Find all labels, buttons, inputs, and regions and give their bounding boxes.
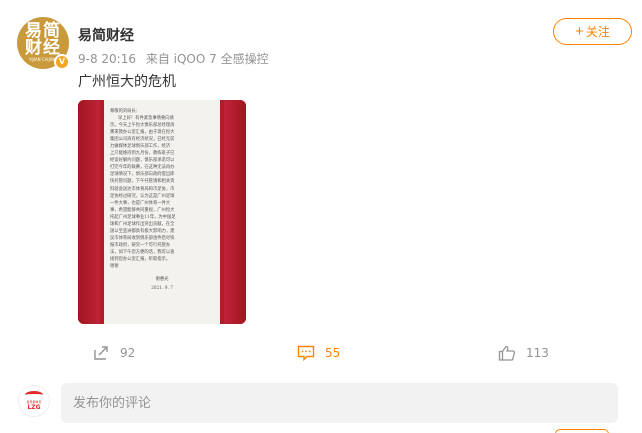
letter-line: 接到您办公室汇报，听取指示。: [110, 256, 171, 262]
verified-badge-icon: V: [54, 54, 70, 70]
share-count: 92: [120, 346, 136, 360]
post-time[interactable]: 9-8 20:16: [78, 52, 136, 66]
letter-line: 上只能维持到九月份，教练班子已: [110, 151, 175, 157]
follow-button[interactable]: + 关注: [553, 18, 632, 45]
letter-line: 早上好！有件紧急事情要向请: [118, 116, 174, 122]
letter-line: 议市体育局收到俱乐部函件后尽快: [110, 235, 175, 241]
letter-line: 托起广州足球事业11年，为中国足: [110, 214, 176, 220]
logo-swoosh: [25, 391, 43, 399]
letter-line: 尊敬的刘局长：: [110, 109, 141, 114]
comment-button[interactable]: 55: [297, 345, 340, 361]
letter-line: 足协经过研究，认为这是广州足球: [110, 193, 175, 199]
thumbs-up-icon: [498, 345, 516, 361]
like-count: 113: [526, 346, 549, 360]
letter-line: 料就会送达市体育局和市足协，市: [110, 186, 175, 192]
image-border-right: [224, 100, 246, 324]
letter-line: 力做媒体足球俱乐部工作，经济: [110, 144, 171, 150]
letter-line: 法，如下午您方便的话，我可以直: [110, 249, 175, 255]
image-border-left: [78, 100, 100, 324]
comment-count: 55: [325, 346, 341, 360]
letter-line: 集团公司再有经济状况，已经无前: [110, 137, 175, 143]
post-source: 来自 iQOO 7 全感操控: [145, 52, 269, 66]
share-icon: [94, 346, 108, 360]
post-meta: 9-8 20:16 来自 iQOO 7 全感操控: [78, 50, 275, 67]
letter-line: 国以至亚洲都具有极大影响力，建: [110, 228, 175, 234]
post-text: 广州恒大的危机: [78, 74, 176, 90]
letter-line: 打完今年的联赛，在这种无法再办: [110, 165, 175, 171]
letter-lines: 尊敬的刘局长： 早上好！有件紧急事情要向请 示。今天上午恒大俱乐部总经理再 熏来我办公…: [110, 108, 214, 270]
comment-icon: [297, 345, 315, 361]
post-image[interactable]: 尊敬的刘局长： 早上好！有件紧急事情要向请 示。今天上午恒大俱乐部总经理再 熏来我办公…: [78, 100, 246, 324]
avatar-text-line3: YIJIAN CAIJING: [28, 57, 58, 62]
letter-paper: 尊敬的刘局长： 早上好！有件紧急事情要向请 示。今天上午恒大俱乐部总经理再 熏来我办公…: [104, 100, 220, 324]
commenter-avatar-label: LZG: [27, 404, 41, 411]
letter-line: 事，希望能够共同重视，广州恒大: [110, 207, 175, 213]
letter-line: 足球情况下，俱乐部向政府提出即: [110, 172, 175, 178]
letter-line: 谢谢: [110, 264, 119, 270]
partial-button-below: [555, 429, 609, 433]
letter-line: 示。今天上午恒大俱乐部总经理再: [110, 123, 175, 129]
follow-label: 关注: [585, 25, 610, 39]
letter-line: 快托管问题，下午托管请和相关资: [110, 179, 175, 185]
letter-line: 球和广州足球作出突出贡献，在全: [110, 221, 175, 227]
letter-line: 经谈好解约问题，俱乐部承诺可以: [110, 158, 175, 164]
comment-input[interactable]: [61, 383, 618, 423]
letter-date: 2021. 9. 7: [151, 286, 173, 292]
plus-icon: +: [575, 22, 584, 40]
commenter-avatar: 世界都体育 LZG: [18, 385, 50, 417]
like-button[interactable]: 113: [498, 345, 549, 361]
letter-signature: 谢惠光: [155, 277, 169, 283]
author-name[interactable]: 易简财经: [78, 25, 134, 45]
letter-line: 报市政府，研究一个可行托管办: [110, 242, 171, 248]
avatar-text-line2: 财经: [25, 38, 61, 58]
letter-line: 熏来我办公室汇报，由于现在恒大: [110, 130, 175, 136]
author-avatar[interactable]: 易简 财经 YIJIAN CAIJING V: [17, 17, 70, 70]
share-button[interactable]: 92: [92, 345, 135, 361]
letter-line: 一件大事，也是广州体育一件大: [110, 200, 171, 206]
